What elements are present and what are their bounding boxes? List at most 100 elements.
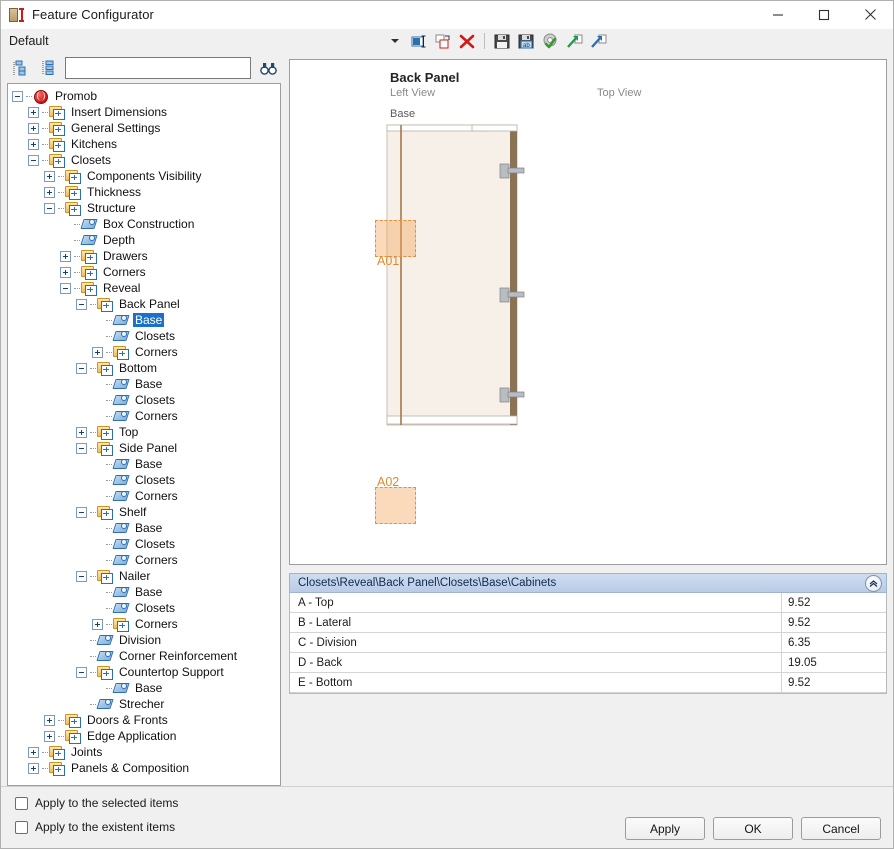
tree-item-panels-composition[interactable]: Panels & Composition	[12, 760, 278, 776]
tree-item-promob[interactable]: Promob	[12, 88, 278, 104]
tree-item-corners[interactable]: Corners	[12, 616, 278, 632]
parameter-value-cell[interactable]: 6.35	[782, 633, 886, 652]
gear-check-icon[interactable]	[539, 30, 561, 52]
tree-item-closets[interactable]: Closets	[12, 600, 278, 616]
tree-item-top[interactable]: Top	[12, 424, 278, 440]
ok-button[interactable]: OK	[713, 817, 793, 840]
tree-item-bottom[interactable]: Bottom	[12, 360, 278, 376]
tree-expander-icon[interactable]	[60, 250, 71, 262]
parameter-value-cell[interactable]: 9.52	[782, 673, 886, 692]
tree-expander-icon[interactable]	[28, 122, 39, 134]
parameter-grid[interactable]: A - Top 9.52 B - Lateral 9.52 C - Division 6.…	[289, 593, 887, 694]
tree-expander-icon[interactable]	[60, 282, 71, 294]
copy-icon[interactable]	[432, 30, 454, 52]
tree-item-closets[interactable]: Closets	[12, 472, 278, 488]
tree-item-base[interactable]: Base	[12, 680, 278, 696]
import-arrow-icon[interactable]	[587, 30, 609, 52]
tree-expander-icon[interactable]	[76, 426, 87, 438]
tree-item-closets[interactable]: Closets	[12, 152, 278, 168]
apply-selected-items-checkbox[interactable]	[15, 796, 28, 810]
search-input[interactable]	[65, 57, 251, 79]
tree-item-base[interactable]: Base	[12, 376, 278, 392]
tree-item-closets[interactable]: Closets	[12, 536, 278, 552]
tree-item-closets[interactable]: Closets	[12, 392, 278, 408]
parameter-value-cell[interactable]: 9.52	[782, 613, 886, 632]
tree-expander-icon[interactable]	[28, 106, 39, 118]
tree-expander-icon[interactable]	[44, 170, 55, 182]
tree-item-joints[interactable]: Joints	[12, 744, 278, 760]
table-row[interactable]: C - Division 6.35	[290, 633, 886, 653]
tree-item-kitchens[interactable]: Kitchens	[12, 136, 278, 152]
tree-item-strecher[interactable]: Strecher	[12, 696, 278, 712]
tree-item-insert-dimensions[interactable]: Insert Dimensions	[12, 104, 278, 120]
expand-tree-icon[interactable]	[37, 57, 59, 79]
tree-item-side-panel[interactable]: Side Panel	[12, 440, 278, 456]
table-row[interactable]: B - Lateral 9.52	[290, 613, 886, 633]
binoculars-icon[interactable]	[257, 57, 279, 79]
tree-expander-icon[interactable]	[92, 618, 103, 630]
tree-expander-icon[interactable]	[44, 714, 55, 726]
tree-expander-icon[interactable]	[28, 138, 39, 150]
tree-expander-icon[interactable]	[12, 90, 23, 102]
tree-item-base[interactable]: Base	[12, 456, 278, 472]
maximize-button[interactable]	[801, 1, 847, 29]
tree-item-shelf[interactable]: Shelf	[12, 504, 278, 520]
feature-tree[interactable]: Promob Insert Dimensions General Settings K…	[7, 83, 281, 786]
export-arrow-icon[interactable]	[563, 30, 585, 52]
tree-expander-icon[interactable]	[92, 346, 103, 358]
rename-icon[interactable]	[408, 30, 430, 52]
tree-item-corners[interactable]: Corners	[12, 488, 278, 504]
apply-existent-items-row[interactable]: Apply to the existent items	[15, 820, 178, 834]
tree-item-closets[interactable]: Closets	[12, 328, 278, 344]
tree-expander-icon[interactable]	[28, 154, 39, 166]
floppy-save-icon[interactable]	[491, 30, 513, 52]
floppy-save-as-icon[interactable]: ab	[515, 30, 537, 52]
tree-item-base[interactable]: Base	[12, 584, 278, 600]
table-row[interactable]: A - Top 9.52	[290, 593, 886, 613]
parameter-value-cell[interactable]: 9.52	[782, 593, 886, 612]
tree-item-base[interactable]: Base	[12, 312, 278, 328]
apply-button[interactable]: Apply	[625, 817, 705, 840]
tree-expander-icon[interactable]	[76, 442, 87, 454]
tree-expander-icon[interactable]	[76, 298, 87, 310]
tree-item-components-visibility[interactable]: Components Visibility	[12, 168, 278, 184]
tree-expander-icon[interactable]	[28, 762, 39, 774]
tree-item-structure[interactable]: Structure	[12, 200, 278, 216]
tree-item-corner-reinforcement[interactable]: Corner Reinforcement	[12, 648, 278, 664]
table-row[interactable]: D - Back 19.05	[290, 653, 886, 673]
tree-item-division[interactable]: Division	[12, 632, 278, 648]
tree-expander-icon[interactable]	[76, 666, 87, 678]
delete-x-icon[interactable]	[456, 30, 478, 52]
drawing-canvas[interactable]: Back Panel Left View Top View Base A01 A…	[289, 59, 887, 565]
tree-item-back-panel[interactable]: Back Panel	[12, 296, 278, 312]
tree-item-reveal[interactable]: Reveal	[12, 280, 278, 296]
dropdown-caret-icon[interactable]	[384, 30, 406, 52]
tree-expander-icon[interactable]	[44, 202, 55, 214]
tree-expander-icon[interactable]	[76, 362, 87, 374]
chevron-up-icon[interactable]	[865, 575, 882, 592]
parameter-value-cell[interactable]: 19.05	[782, 653, 886, 672]
tree-item-box-construction[interactable]: Box Construction	[12, 216, 278, 232]
apply-selected-items-row[interactable]: Apply to the selected items	[15, 796, 178, 810]
tree-item-depth[interactable]: Depth	[12, 232, 278, 248]
tree-item-edge-application[interactable]: Edge Application	[12, 728, 278, 744]
tree-expander-icon[interactable]	[60, 266, 71, 278]
tree-expander-icon[interactable]	[28, 746, 39, 758]
tree-item-corners[interactable]: Corners	[12, 264, 278, 280]
tree-item-doors-fronts[interactable]: Doors & Fronts	[12, 712, 278, 728]
tree-expander-icon[interactable]	[76, 570, 87, 582]
minimize-button[interactable]	[755, 1, 801, 29]
tree-item-drawers[interactable]: Drawers	[12, 248, 278, 264]
tree-item-base[interactable]: Base	[12, 520, 278, 536]
tree-expander-icon[interactable]	[44, 186, 55, 198]
table-row[interactable]: E - Bottom 9.52	[290, 673, 886, 693]
tree-item-corners[interactable]: Corners	[12, 408, 278, 424]
close-button[interactable]	[847, 1, 893, 29]
tree-item-nailer[interactable]: Nailer	[12, 568, 278, 584]
apply-existent-items-checkbox[interactable]	[15, 820, 28, 834]
tree-item-corners[interactable]: Corners	[12, 552, 278, 568]
tree-item-countertop-support[interactable]: Countertop Support	[12, 664, 278, 680]
tree-item-corners[interactable]: Corners	[12, 344, 278, 360]
tree-item-general-settings[interactable]: General Settings	[12, 120, 278, 136]
tree-expander-icon[interactable]	[44, 730, 55, 742]
